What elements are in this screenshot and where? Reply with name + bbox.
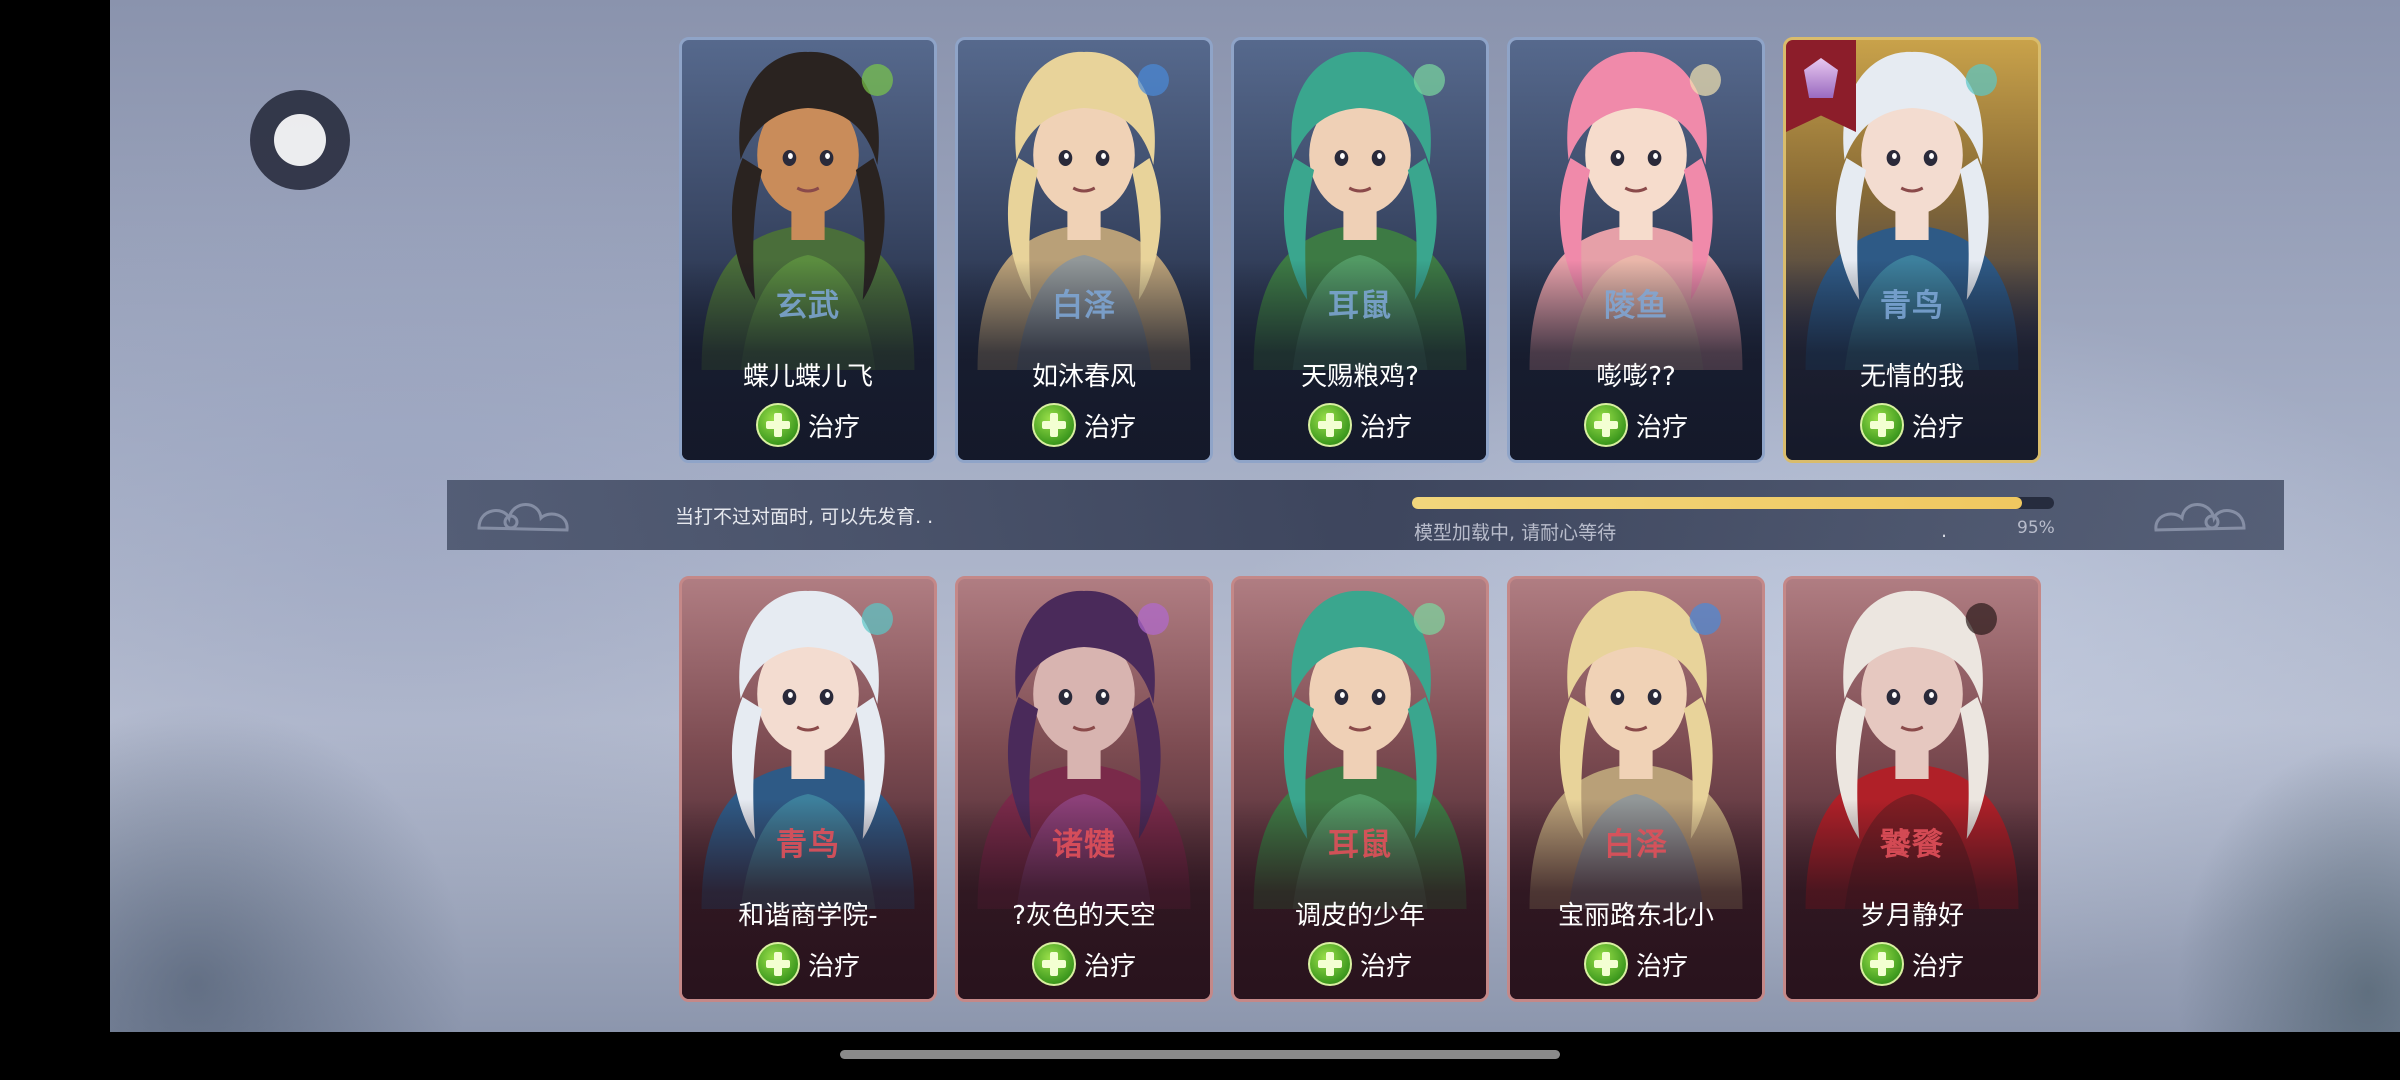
player-card[interactable]: 玄武 蝶儿蝶儿飞 治疗 [679, 37, 937, 463]
hero-name: 饕餮 [1880, 827, 1944, 863]
home-indicator[interactable] [840, 1050, 1560, 1059]
heal-cross-icon [1859, 403, 1904, 447]
hero-name: 耳鼠 [1328, 827, 1392, 863]
loading-panel: 当打不过对面时, 可以先发育. . 模型加载中, 请耐心等待 . 95% [447, 480, 2284, 550]
summoner-skill: 治疗 [1786, 403, 2038, 447]
heal-cross-icon [1031, 403, 1076, 447]
hero-name: 青鸟 [1880, 288, 1944, 324]
loading-progress-track [1412, 497, 2054, 509]
loading-progress-fill [1412, 497, 2022, 509]
summoner-skill: 治疗 [682, 942, 934, 986]
game-screen: 玄武 蝶儿蝶儿飞 治疗 白泽 如沐春风 治疗 耳鼠 天赐粮鸡? 治疗 陵鱼 嘭嘭… [110, 0, 2400, 1032]
loading-percent: 95% [2017, 518, 2055, 538]
player-card[interactable]: 耳鼠 调皮的少年 治疗 [1231, 576, 1489, 1002]
player-name: 宝丽路东北小 [1557, 901, 1714, 931]
hero-name: 白泽 [1052, 288, 1116, 324]
heal-cross-icon [1859, 942, 1904, 986]
hero-name: 白泽 [1604, 827, 1668, 863]
skill-label: 治疗 [807, 951, 860, 982]
heal-cross-icon [1583, 942, 1628, 986]
top-team-row: 玄武 蝶儿蝶儿飞 治疗 白泽 如沐春风 治疗 耳鼠 天赐粮鸡? 治疗 陵鱼 嘭嘭… [679, 37, 2041, 463]
skill-label: 治疗 [1359, 951, 1412, 982]
summoner-skill: 治疗 [682, 403, 934, 447]
heal-cross-icon [755, 942, 800, 986]
floating-assistive-button[interactable] [250, 90, 350, 190]
heal-cross-icon [755, 403, 800, 447]
skill-label: 治疗 [1635, 951, 1688, 982]
cloud-ornament-right [2154, 503, 2246, 532]
skill-label: 治疗 [1911, 951, 1964, 982]
player-card[interactable]: 青鸟 和谐商学院- 治疗 [679, 576, 937, 1002]
player-name: 无情的我 [1859, 362, 1964, 392]
skill-label: 治疗 [807, 412, 860, 443]
player-card[interactable]: 饕餮 岁月静好 治疗 [1783, 576, 2041, 1002]
heal-cross-icon [1031, 942, 1076, 986]
assistive-touch-icon [274, 114, 326, 166]
loading-tip: 当打不过对面时, 可以先发育. . [675, 506, 934, 528]
summoner-skill: 治疗 [1510, 942, 1762, 986]
skill-label: 治疗 [1083, 412, 1136, 443]
player-card[interactable]: 青鸟 无情的我 治疗 [1783, 37, 2041, 463]
player-name: 调皮的少年 [1294, 901, 1425, 931]
player-card[interactable]: 耳鼠 天赐粮鸡? 治疗 [1231, 37, 1489, 463]
player-name: 天赐粮鸡? [1301, 362, 1419, 392]
summoner-skill: 治疗 [958, 403, 1210, 447]
player-card[interactable]: 诸犍 ?灰色的天空 治疗 [955, 576, 1213, 1002]
player-name: 和谐商学院- [738, 901, 878, 931]
skill-label: 治疗 [1359, 412, 1412, 443]
summoner-skill: 治疗 [1786, 942, 2038, 986]
hero-name: 陵鱼 [1604, 288, 1668, 324]
player-name: 岁月静好 [1859, 901, 1964, 931]
bottom-team-row: 青鸟 和谐商学院- 治疗 诸犍 ?灰色的天空 治疗 耳鼠 调皮的少年 治疗 白泽… [679, 576, 2041, 1002]
hero-name: 玄武 [776, 288, 840, 324]
player-name: 嘭嘭?? [1596, 362, 1676, 392]
summoner-skill: 治疗 [1234, 942, 1486, 986]
skill-label: 治疗 [1911, 412, 1964, 443]
player-card[interactable]: 陵鱼 嘭嘭?? 治疗 [1507, 37, 1765, 463]
loading-status: 模型加载中, 请耐心等待 [1414, 522, 1617, 544]
summoner-skill: 治疗 [1234, 403, 1486, 447]
player-name: ?灰色的天空 [1012, 901, 1156, 931]
heal-cross-icon [1307, 403, 1352, 447]
player-card[interactable]: 白泽 如沐春风 治疗 [955, 37, 1213, 463]
skill-label: 治疗 [1083, 951, 1136, 982]
player-card[interactable]: 白泽 宝丽路东北小 治疗 [1507, 576, 1765, 1002]
skill-label: 治疗 [1635, 412, 1688, 443]
heal-cross-icon [1583, 403, 1628, 447]
hero-name: 诸犍 [1052, 827, 1116, 863]
loading-dot: . [1941, 520, 1948, 542]
hero-name: 青鸟 [776, 827, 840, 863]
hero-name: 耳鼠 [1328, 288, 1392, 324]
player-name: 如沐春风 [1031, 362, 1136, 392]
summoner-skill: 治疗 [958, 942, 1210, 986]
heal-cross-icon [1307, 942, 1352, 986]
player-name: 蝶儿蝶儿飞 [742, 362, 873, 392]
summoner-skill: 治疗 [1510, 403, 1762, 447]
cloud-ornament-left [477, 503, 569, 532]
